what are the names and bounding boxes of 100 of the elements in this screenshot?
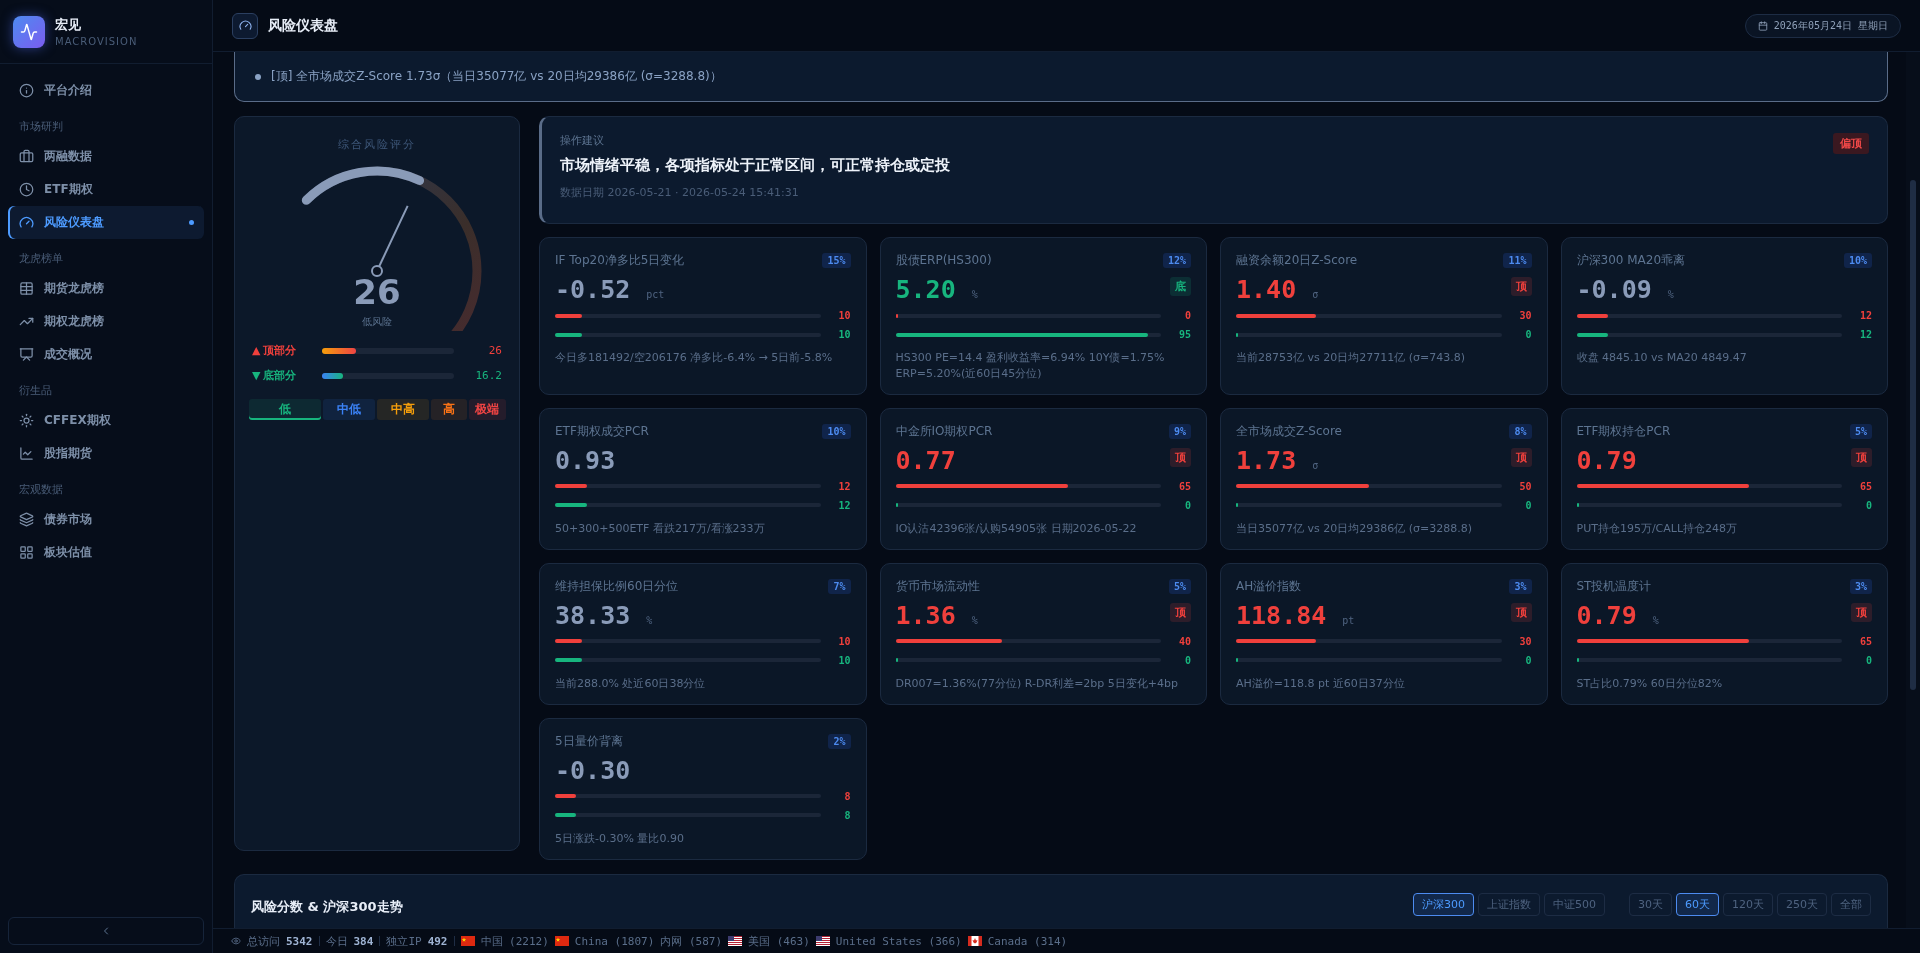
page-title: 风险仪表盘 — [268, 16, 339, 35]
range-tab[interactable]: 60天 — [1676, 892, 1719, 916]
indicator-note: 50+300+500ETF 看跌217万/看涨233万 — [555, 520, 766, 537]
visitor-count: Canada (314) — [987, 934, 1068, 948]
indicator-title: 沪深300 MA20乖离 — [1576, 252, 1686, 269]
indicator-note: 当日35077亿 vs 20日均29386亿 (σ=3288.8) — [1236, 520, 1473, 537]
unit-label: σ — [1312, 289, 1319, 300]
weight-badge: 10% — [822, 423, 851, 439]
nav-section-label: 宏观数据 — [18, 482, 64, 498]
weight-badge: 2% — [828, 733, 851, 749]
score-value: 16.2 — [474, 369, 502, 382]
nav-item[interactable]: 期货龙虎榜 — [8, 272, 204, 305]
bullet-icon — [255, 73, 261, 80]
indicator-title: ETF期权成交PCR — [555, 422, 649, 440]
score-value: 95 — [1177, 329, 1191, 340]
risk-zone: 极端 — [469, 399, 506, 420]
score-value: 0 — [1524, 329, 1532, 340]
index-tab[interactable]: 沪深300 — [1413, 892, 1474, 916]
nav-section-label: 市场研判 — [18, 119, 64, 135]
weight-badge: 10% — [1843, 253, 1872, 268]
score-value: 0 — [1183, 310, 1191, 321]
visitor-count: 中国 (2212) — [480, 933, 549, 949]
indicator-note: HS300 PE=14.4 盈利收益率=6.94% 10Y债=1.75% ERP=5.20%(近60日45分位) — [895, 350, 1166, 382]
indicator-note: 当前288.0% 处近60日38分位 — [555, 675, 707, 692]
nav-item[interactable]: 成交概况 — [8, 338, 204, 371]
score-value: 10 — [837, 329, 851, 340]
indicator-note: ST占比0.79% 60日分位82% — [1576, 675, 1724, 692]
nav-item[interactable]: ETF期权 — [8, 173, 204, 206]
indicator-title: ETF期权持仓PCR — [1576, 422, 1671, 440]
advice-text: 市场情绪平稳，各项指标处于正常区间，可正常持仓或定投 — [560, 156, 950, 175]
gauge-icon — [232, 12, 258, 39]
indicator-note: 收盘 4845.10 vs MA20 4849.47 — [1576, 350, 1748, 366]
unit-label: % — [1667, 289, 1674, 300]
weight-badge: 7% — [828, 578, 851, 594]
nav-item[interactable]: 股指期货 — [8, 437, 204, 470]
score-value: 0 — [1864, 499, 1872, 511]
indicator-value: 118.84 — [1236, 600, 1327, 630]
indicator-value: 0.77 — [895, 445, 956, 475]
bottom-score-label: 底部分 — [263, 368, 297, 383]
score-value: 26 — [487, 344, 502, 357]
signal-tag: 底 — [1170, 277, 1191, 296]
score-value: 12 — [1858, 310, 1872, 321]
score-value: 12 — [1858, 329, 1872, 340]
score-value: 0 — [1864, 654, 1872, 666]
weight-badge: 3% — [1509, 578, 1532, 594]
score-value: 30 — [1518, 635, 1532, 647]
sun-icon — [19, 413, 34, 428]
nav-item[interactable]: CFFEX期权 — [8, 404, 204, 437]
score-value: 0 — [1524, 654, 1532, 666]
index-tab[interactable]: 上证指数 — [1478, 892, 1540, 916]
unit-label: σ — [1312, 459, 1319, 471]
unit-label: % — [1652, 614, 1659, 626]
chart-title: 风险分数 & 沪深300走势 — [251, 897, 404, 916]
signal-tag: 顶 — [1170, 447, 1191, 467]
signal-tag: 顶 — [1851, 447, 1872, 467]
score-value: 10 — [837, 310, 851, 321]
indicator-note: 当前28753亿 vs 20日均27711亿 (σ=743.8) — [1236, 350, 1466, 366]
alert-text: [顶] 全市场成交Z-Score 1.73σ（当日35077亿 vs 20日均29386亿 (σ=3288.8)） — [271, 68, 722, 85]
gauge-icon — [19, 215, 34, 230]
nav-item[interactable]: 风险仪表盘 — [8, 206, 204, 239]
indicator-value: -0.09 — [1576, 275, 1652, 304]
score-value: 10 — [837, 654, 851, 666]
nav-item[interactable]: 两融数据 — [8, 140, 204, 173]
visitor-count: 美国 (463) — [748, 933, 810, 949]
indicator-value: 0.79 — [1576, 600, 1637, 630]
score-value: 12 — [837, 499, 851, 511]
stat-label: 今日 — [325, 933, 348, 949]
weight-badge: 11% — [1503, 253, 1532, 268]
score-value: 65 — [1177, 480, 1191, 492]
logo-icon — [13, 15, 45, 48]
line-chart-icon — [19, 446, 34, 461]
stat-value: 384 — [353, 934, 374, 948]
range-tab[interactable]: 全部 — [1831, 892, 1871, 916]
nav-item[interactable]: 期权龙虎榜 — [8, 305, 204, 338]
indicator-title: IF Top20净多比5日变化 — [555, 252, 685, 269]
scrollbar[interactable] — [1906, 52, 1920, 928]
indicator-note: AH溢价=118.8 pt 近60日37分位 — [1236, 675, 1406, 692]
indicator-note: DR007=1.36%(77分位) R-DR利差=2bp 5日变化+4bp — [895, 675, 1179, 692]
score-value: 8 — [843, 809, 851, 821]
index-tab[interactable]: 中证500 — [1544, 892, 1605, 916]
indicator-title: 5日量价背离 — [555, 732, 623, 750]
flag-icon — [460, 936, 475, 946]
nav-item[interactable]: 债券市场 — [8, 503, 204, 536]
unit-label: % — [646, 614, 653, 626]
visitor-count: 内网 (587) — [660, 933, 723, 949]
indicator-note: 5日涨跌-0.30% 量比0.90 — [555, 830, 685, 847]
indicator-value: 1.36 — [895, 600, 956, 630]
weight-badge: 8% — [1509, 423, 1532, 439]
table-icon — [19, 281, 34, 296]
bias-badge: 偏顶 — [1833, 133, 1869, 154]
indicator-value: -0.30 — [555, 755, 631, 785]
nav-item[interactable]: 板块估值 — [8, 536, 204, 569]
weight-badge: 3% — [1849, 578, 1872, 594]
indicator-title: AH溢价指数 — [1236, 577, 1302, 595]
flag-icon — [967, 936, 982, 946]
nav-item[interactable]: 平台介绍 — [8, 74, 204, 107]
score-value: 30 — [1518, 310, 1532, 321]
nav-section-label: 龙虎榜单 — [18, 251, 64, 267]
up-triangle-icon: ▲ — [252, 344, 261, 357]
collapse-button[interactable] — [8, 917, 204, 945]
